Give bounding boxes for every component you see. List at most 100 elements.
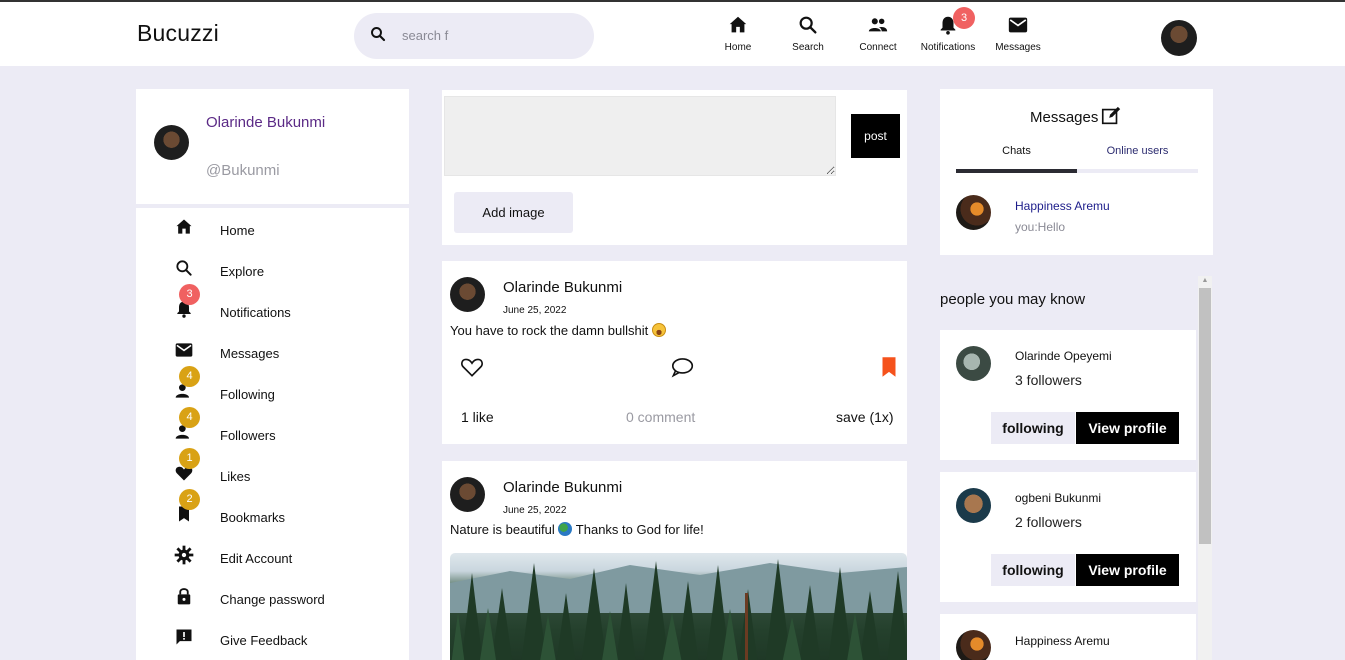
post-textarea[interactable] [444, 96, 836, 176]
nav-messages-label: Messages [995, 42, 1041, 53]
sidebar-item-label: Home [220, 223, 255, 238]
suggestion-card: Olarinde Opeyemi 3 followers following V… [940, 330, 1196, 460]
post-text: Nature is beautiful Thanks to God for li… [450, 522, 704, 537]
bookmarks-count-badge: 2 [179, 489, 200, 510]
post-author-avatar[interactable] [450, 277, 485, 312]
comment-bubble-icon[interactable] [669, 354, 695, 380]
feed-post: Olarinde Bukunmi June 25, 2022 You have … [442, 261, 907, 444]
likes-count-badge: 1 [179, 448, 200, 469]
person-name[interactable]: Happiness Aremu [1015, 634, 1110, 648]
person-avatar[interactable] [956, 488, 991, 523]
tab-chats[interactable]: Chats [956, 145, 1077, 173]
post-button[interactable]: post [851, 114, 900, 158]
nav-connect[interactable]: Connect [843, 14, 913, 53]
like-heart-icon[interactable] [459, 354, 485, 380]
person-name[interactable]: ogbeni Bukunmi [1015, 491, 1101, 505]
globe-emoji-icon [558, 522, 573, 536]
sidebar-item-likes[interactable]: 1 Likes [136, 448, 409, 494]
chat-avatar [956, 195, 991, 230]
person-followers-count: 3 followers [1015, 372, 1082, 388]
post-date: June 25, 2022 [503, 505, 567, 516]
person-name[interactable]: Olarinde Opeyemi [1015, 349, 1112, 363]
profile-card: Olarinde Bukunmi @Bukunmi [136, 89, 409, 204]
profile-name[interactable]: Olarinde Bukunmi [206, 109, 356, 136]
nav-messages[interactable]: Messages [983, 14, 1053, 53]
mail-icon [175, 343, 193, 357]
saves-count[interactable]: save (1x) [836, 409, 894, 425]
sidebar-item-label: Bookmarks [220, 510, 286, 525]
tab-online-users[interactable]: Online users [1077, 145, 1198, 173]
post-image[interactable] [450, 553, 907, 660]
suggestions-title: people you may know [940, 291, 1086, 308]
notifications-badge: 3 [953, 7, 975, 29]
following-count-badge: 4 [179, 366, 200, 387]
lock-icon [177, 588, 191, 605]
sidebar-item-label: Messages [220, 346, 280, 361]
sidebar-item-label: Give Feedback [220, 633, 308, 648]
bookmark-icon[interactable] [876, 354, 902, 380]
sidebar-item-home[interactable]: Home [136, 212, 409, 248]
search-icon [799, 16, 817, 34]
person-followers-count: 2 followers [1015, 514, 1082, 530]
nav-connect-label: Connect [859, 42, 897, 53]
view-profile-button[interactable]: View profile [1076, 554, 1179, 586]
people-icon [868, 18, 888, 32]
nav-home[interactable]: Home [703, 14, 773, 53]
post-author-name[interactable]: Olarinde Bukunmi [503, 279, 622, 296]
nav-home-label: Home [724, 42, 752, 53]
sidebar-item-following[interactable]: 4 Following [136, 366, 409, 412]
home-icon [729, 16, 747, 33]
feed-post: Olarinde Bukunmi June 25, 2022 Nature is… [442, 461, 907, 660]
search-icon [176, 260, 192, 276]
profile-avatar[interactable] [154, 125, 189, 160]
suggestion-card: ogbeni Bukunmi 2 followers following Vie… [940, 472, 1196, 602]
sidebar-item-followers[interactable]: 4 Followers [136, 407, 409, 453]
person-avatar[interactable] [956, 630, 991, 660]
sidebar-item-messages[interactable]: Messages [136, 335, 409, 371]
sidebar-item-give-feedback[interactable]: Give Feedback [136, 622, 409, 658]
sidebar-item-notifications[interactable]: 3 Notifications [136, 284, 409, 330]
sidebar-item-explore[interactable]: Explore [136, 253, 409, 289]
sidebar-item-bookmarks[interactable]: 2 Bookmarks [136, 489, 409, 535]
scroll-up-arrow-icon[interactable]: ▲ [1198, 276, 1212, 286]
sidebar-item-change-password[interactable]: Change password [136, 581, 409, 617]
post-author-avatar[interactable] [450, 477, 485, 512]
comments-count[interactable]: 0 comment [626, 409, 695, 425]
scrollbar-thumb[interactable] [1199, 288, 1211, 544]
user-avatar[interactable] [1161, 20, 1197, 56]
sidebar-item-label: Notifications [220, 305, 291, 320]
nav-search-label: Search [792, 42, 824, 53]
following-button[interactable]: following [991, 554, 1075, 586]
nav-search[interactable]: Search [773, 14, 843, 53]
post-author-name[interactable]: Olarinde Bukunmi [503, 479, 622, 496]
sidebar-menu: Home Explore 3 Notifications Messages 4 … [136, 208, 409, 660]
top-navbar: Bucuzzi Home Search Connect 3 Notificati… [0, 0, 1345, 66]
chat-contact-name: Happiness Aremu [1015, 199, 1110, 213]
compose-edit-icon[interactable] [1100, 105, 1122, 127]
sidebar-item-label: Change password [220, 592, 325, 607]
suggestion-card: Happiness Aremu [940, 614, 1196, 660]
messages-panel: Messages Chats Online users Happiness Ar… [940, 89, 1213, 255]
home-icon [176, 219, 192, 234]
mail-icon [1008, 17, 1028, 33]
sidebar-item-label: Explore [220, 264, 265, 279]
messages-title: Messages [1030, 109, 1099, 126]
profile-handle: @Bukunmi [206, 162, 280, 179]
search-icon[interactable] [369, 25, 387, 43]
feedback-icon [176, 629, 192, 645]
person-avatar[interactable] [956, 346, 991, 381]
nav-notifications-label: Notifications [920, 42, 976, 53]
likes-count[interactable]: 1 like [461, 409, 494, 425]
search-input[interactable] [402, 25, 582, 45]
view-profile-button[interactable]: View profile [1076, 412, 1179, 444]
sidebar-item-label: Followers [220, 428, 276, 443]
chat-list-item[interactable]: Happiness Aremu you:Hello [956, 195, 1196, 234]
following-button[interactable]: following [991, 412, 1075, 444]
laughing-emoji-icon [651, 323, 666, 337]
sidebar-item-edit-account[interactable]: Edit Account [136, 540, 409, 576]
nav-notifications[interactable]: 3 Notifications [913, 7, 983, 53]
add-image-button[interactable]: Add image [454, 192, 573, 233]
app-logo[interactable]: Bucuzzi [137, 20, 219, 47]
gear-icon [174, 545, 194, 565]
followers-count-badge: 4 [179, 407, 200, 428]
